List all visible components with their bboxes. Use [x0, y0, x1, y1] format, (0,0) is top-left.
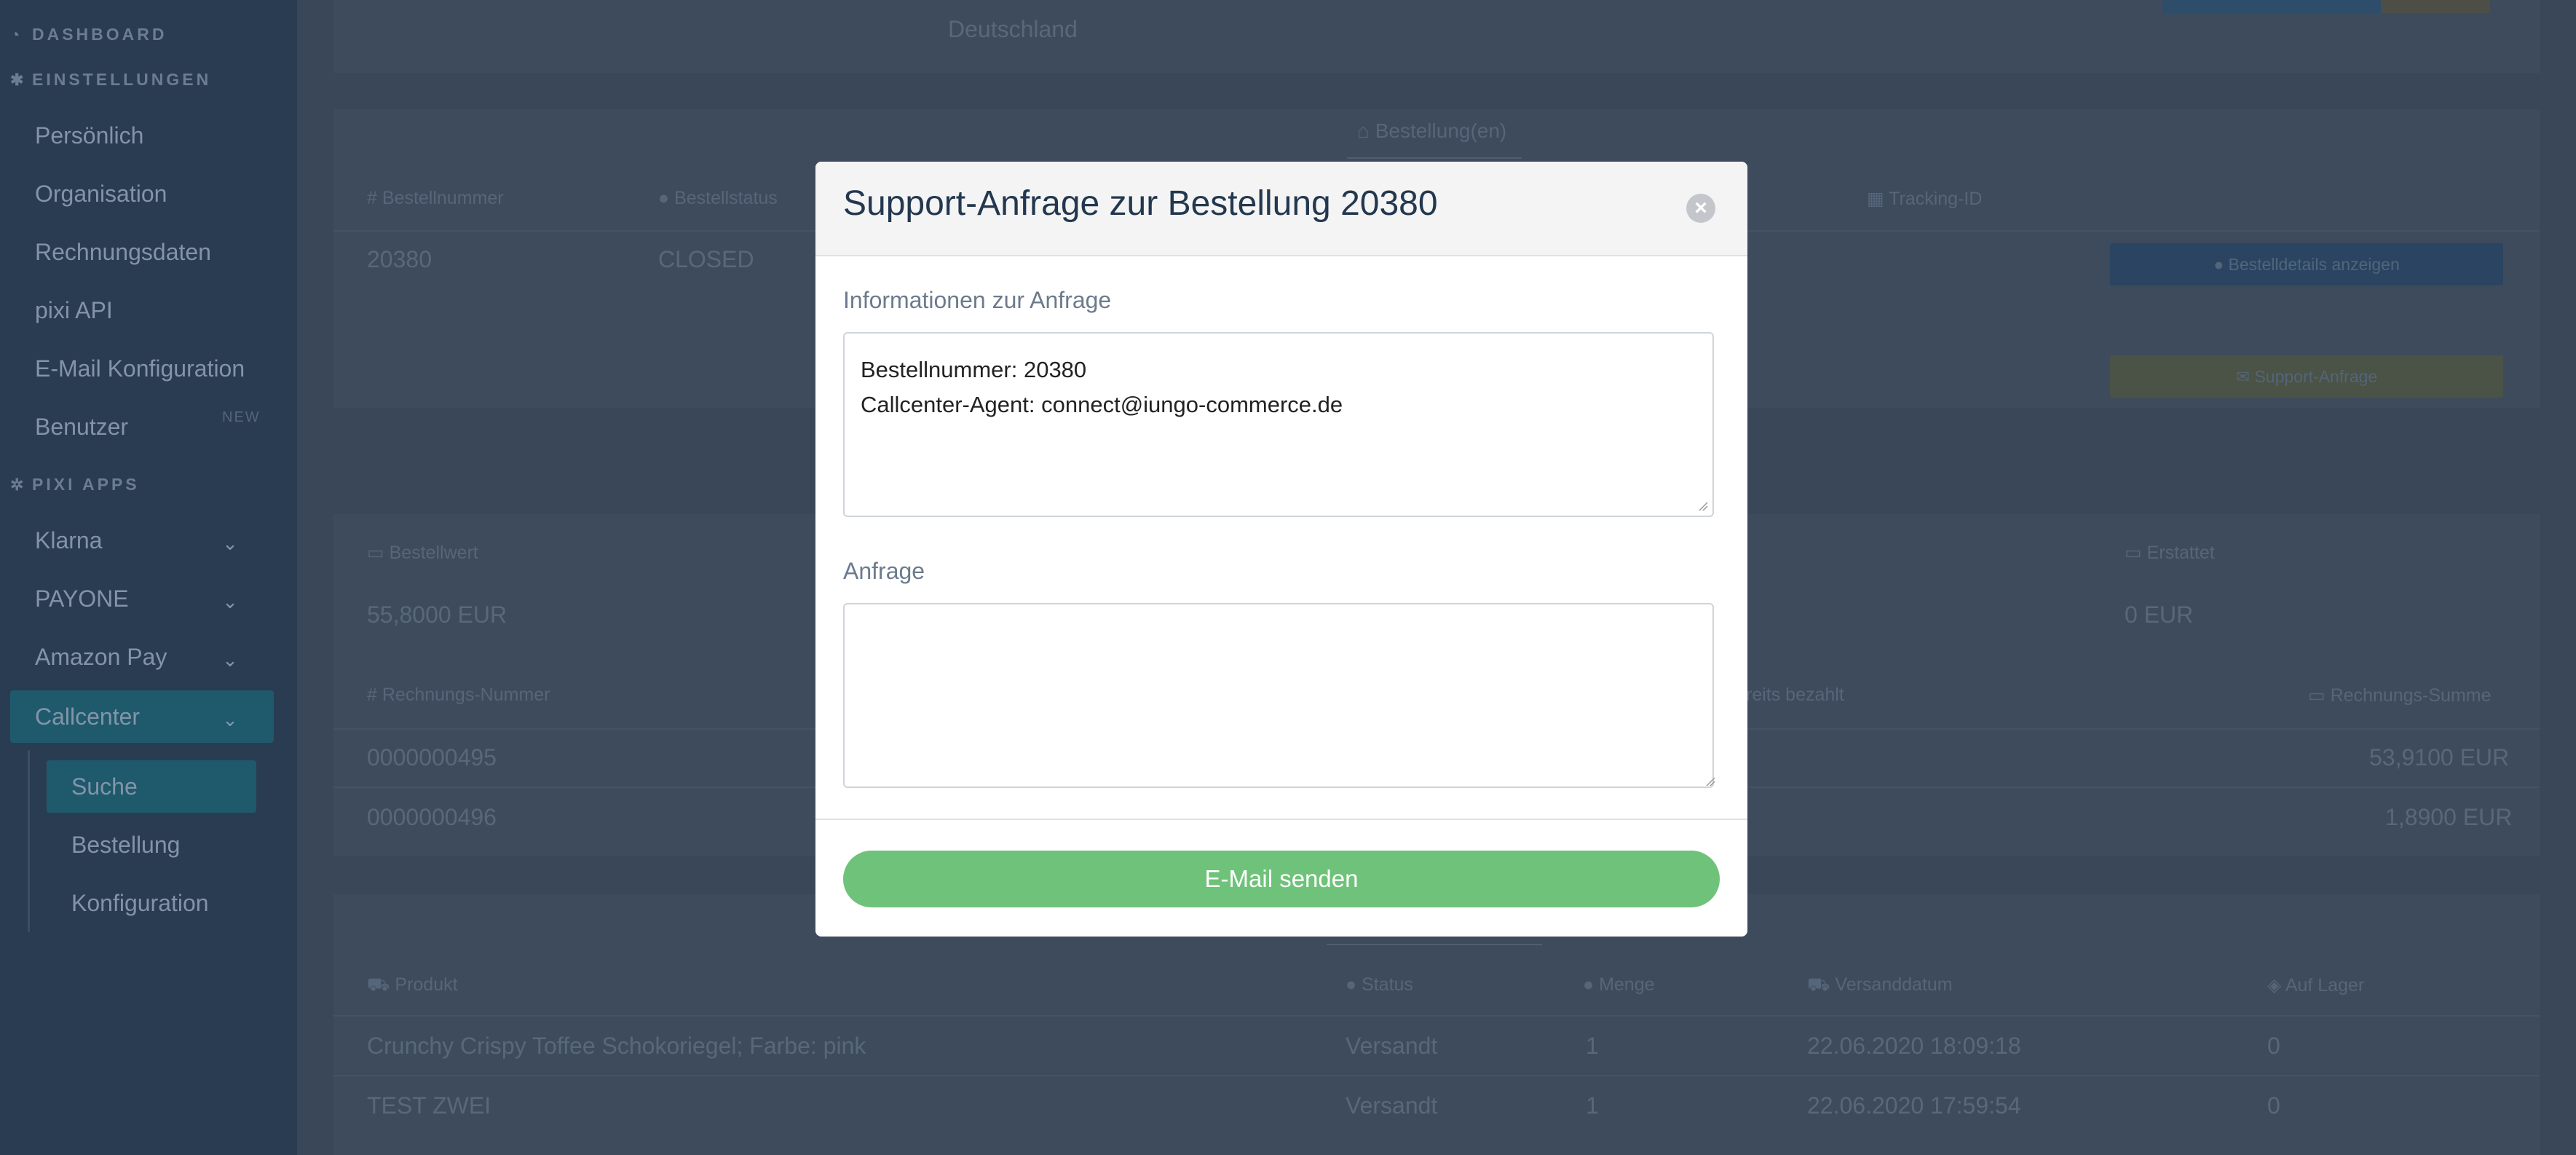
- support-request-modal: Support-Anfrage zur Bestellung 20380 × I…: [815, 162, 1747, 937]
- close-icon[interactable]: ×: [1686, 194, 1715, 223]
- modal-footer: E-Mail senden: [815, 819, 1747, 937]
- info-line-order: Bestellnummer: 20380: [861, 357, 1087, 382]
- resize-handle-icon[interactable]: [1696, 500, 1708, 511]
- info-textarea[interactable]: Bestellnummer: 20380 Callcenter-Agent: c…: [843, 332, 1714, 517]
- resize-handle-icon[interactable]: [1704, 775, 1715, 787]
- request-textarea[interactable]: [843, 603, 1714, 788]
- send-email-button[interactable]: E-Mail senden: [843, 851, 1720, 907]
- info-line-agent: Callcenter-Agent: connect@iungo-commerce…: [861, 392, 1343, 417]
- request-label: Anfrage: [843, 558, 925, 584]
- info-label: Informationen zur Anfrage: [843, 287, 1112, 313]
- modal-title: Support-Anfrage zur Bestellung 20380: [843, 184, 1438, 223]
- modal-header: Support-Anfrage zur Bestellung 20380 ×: [815, 162, 1747, 256]
